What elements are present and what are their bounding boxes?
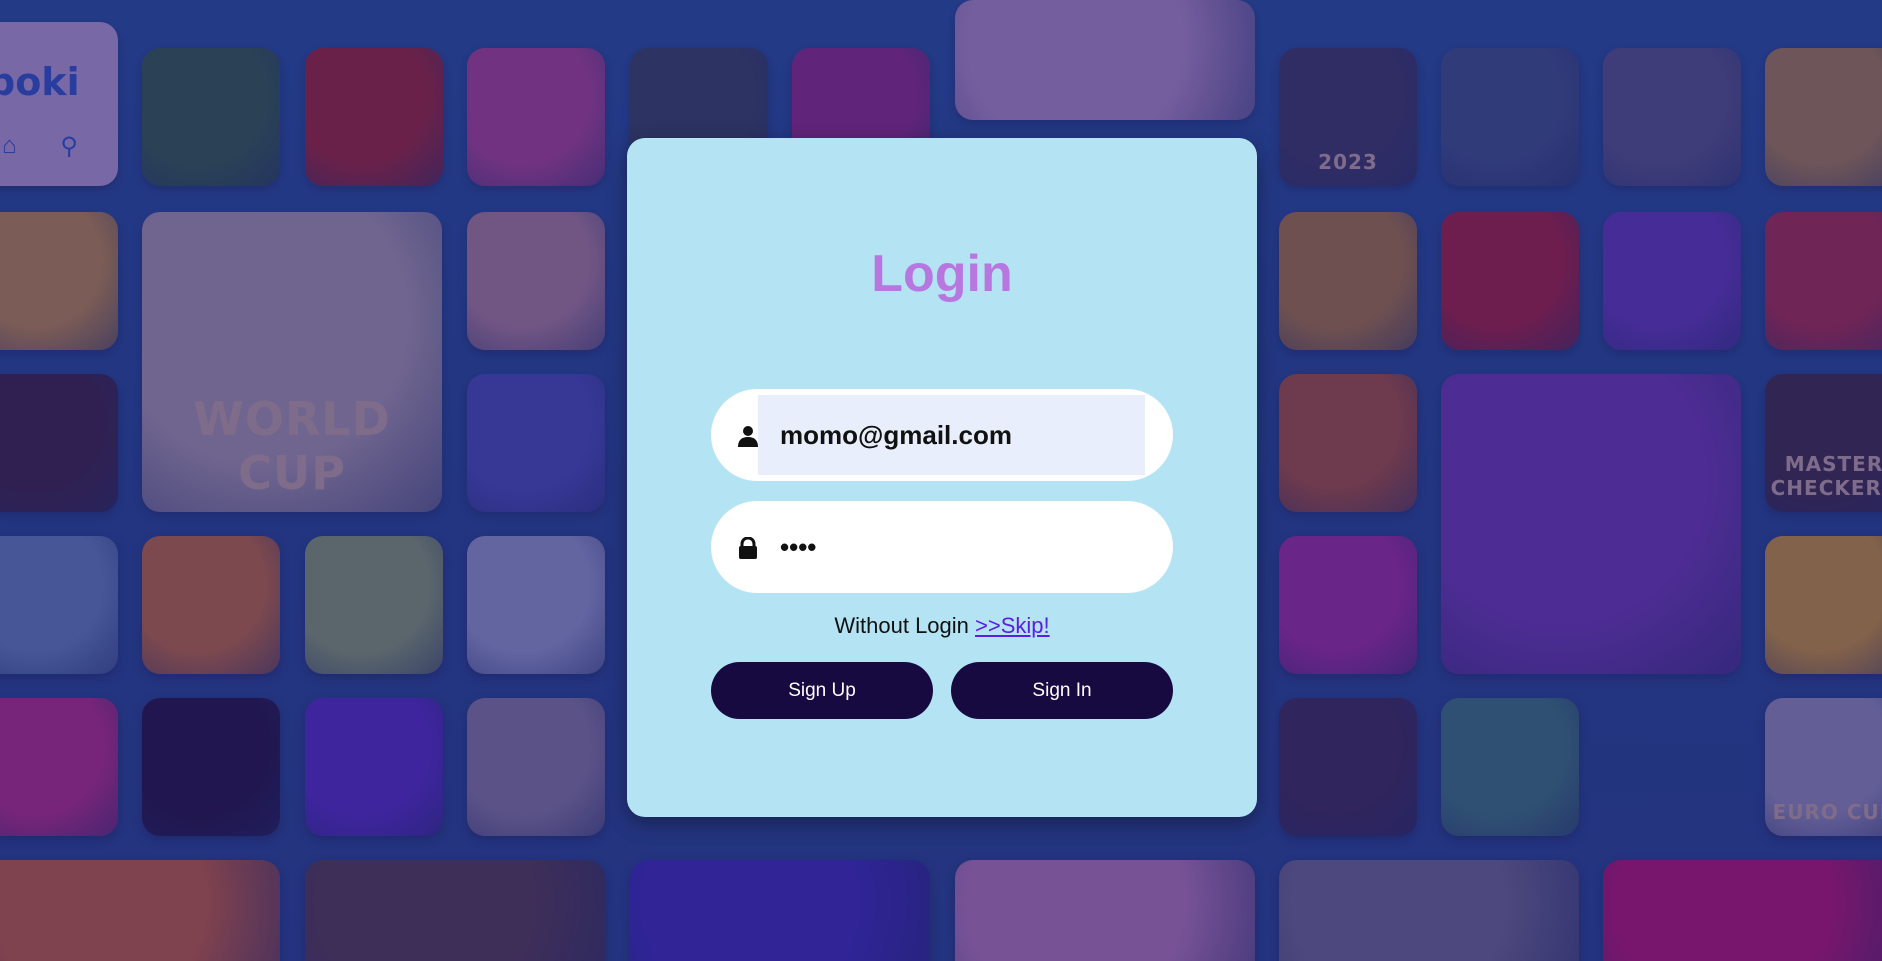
password-field-wrapper [711, 501, 1173, 593]
email-field-wrapper [711, 389, 1173, 481]
user-icon [738, 426, 758, 447]
password-input[interactable] [758, 507, 1145, 587]
login-card: Login Without Login >>Skip! Sign Up Sign… [627, 138, 1257, 817]
skip-line: Without Login >>Skip! [627, 613, 1257, 639]
skip-prefix: Without Login [834, 613, 976, 638]
skip-link[interactable]: >>Skip! [975, 613, 1050, 638]
email-input[interactable] [758, 395, 1145, 475]
lock-icon [739, 537, 757, 559]
signin-button[interactable]: Sign In [951, 662, 1173, 719]
login-title: Login [871, 245, 1013, 303]
signup-button[interactable]: Sign Up [711, 662, 933, 719]
